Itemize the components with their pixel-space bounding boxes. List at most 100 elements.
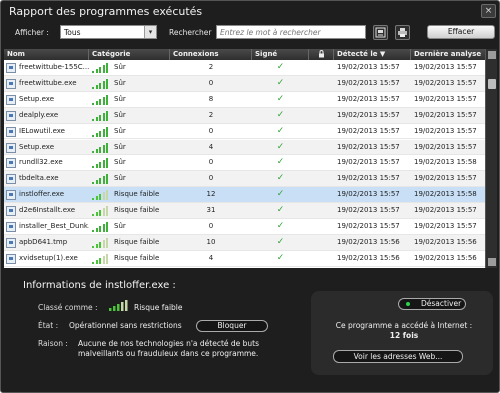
internet-access-count: 12 fois [389, 331, 419, 340]
rating-bar [99, 194, 101, 201]
category-label: Risque faible [114, 253, 160, 262]
col-nom[interactable]: Nom [4, 49, 89, 60]
col-connexions[interactable]: Connexions [170, 49, 252, 60]
cell-last-analysis: 19/02/2013 15:57 [414, 206, 477, 215]
category-label: Sûr [114, 78, 126, 87]
col-detecte[interactable]: Détecté le ▼ [334, 49, 411, 60]
file-icon [6, 142, 16, 153]
block-button[interactable]: Bloquer [196, 320, 268, 332]
cell-connexions: 2 [208, 110, 214, 119]
rating-bar [102, 112, 105, 121]
cell-connexions: 4 [208, 142, 214, 151]
export-icon[interactable] [373, 25, 388, 40]
rating-bars-icon [92, 174, 110, 185]
cell-connexions: 2 [208, 63, 214, 71]
reason-line-1: Aucune de nos technologies n'a détecté d… [78, 339, 260, 348]
category-label: Sûr [114, 63, 126, 71]
table-row[interactable]: dealply.exe Sûr 2 ✓ 19/02/2013 15:57 19/02/20… [4, 107, 485, 124]
program-name: d2e6Installt.exe [19, 206, 76, 215]
chevron-down-icon[interactable]: ▾ [144, 26, 156, 38]
table-row[interactable]: Setup.exe Sûr 8 ✓ 19/02/2013 15:57 19/02/2013… [4, 92, 485, 108]
cell-category: Sûr [89, 140, 170, 155]
cell-connexions: 0 [208, 158, 214, 167]
rating-bar [95, 180, 98, 185]
program-name: apbD641.tmp [19, 237, 68, 246]
rating-bar [95, 259, 98, 264]
reason-label: Raison : [38, 339, 68, 348]
cell-detected: 19/02/2013 15:57 [337, 174, 400, 183]
cell-last-analysis: 19/02/2013 15:57 [414, 126, 477, 135]
rating-bars-icon [92, 110, 110, 121]
table-header: Nom Catégorie Connexions Signé Détecté l… [4, 49, 485, 60]
checkmark-icon: ✓ [276, 189, 285, 200]
cell-detected: 19/02/2013 15:57 [337, 222, 400, 230]
cell-name: installer_Best_Dunk... [4, 219, 89, 234]
category-label: Risque faible [114, 190, 160, 199]
rating-bar [95, 148, 98, 153]
cell-category: Sûr [89, 92, 170, 107]
cell-last-analysis: 19/02/2013 15:56 [414, 253, 477, 262]
rating-bar [95, 243, 98, 248]
report-window: Rapport des programmes exécutés × Affich… [0, 0, 500, 393]
table-row[interactable]: tbdelta.exe Sûr 0 ✓ 19/02/2013 15:57 19/02/20… [4, 171, 485, 188]
program-name: IELowutil.exe [19, 126, 65, 135]
table-row[interactable]: apbD641.tmp Risque faible 10 ✓ 19/02/2013 15… [4, 234, 485, 251]
col-lock[interactable] [309, 49, 334, 60]
program-name: installer_Best_Dunk... [19, 222, 89, 230]
deactivate-button[interactable]: Désactiver [398, 298, 466, 310]
cell-detected: 19/02/2013 15:57 [337, 158, 400, 167]
cell-name: dealply.exe [4, 108, 89, 123]
cell-category: Sûr [89, 124, 170, 139]
category-label: Sûr [114, 126, 126, 135]
view-addresses-button[interactable]: Voir les adresses Web... [333, 350, 463, 363]
program-name: instloffer.exe [19, 190, 65, 199]
show-filter-select[interactable]: Tous ▾ [60, 25, 157, 39]
rating-bar [92, 245, 94, 248]
table-row[interactable]: rundll32.exe Sûr 0 ✓ 19/02/2013 15:57 19/02/2… [4, 155, 485, 172]
table-row[interactable]: xvidsetup(1).exe Risque faible 4 ✓ 19/02/201… [4, 251, 485, 267]
cell-connexions: 8 [208, 94, 214, 103]
checkmark-icon: ✓ [276, 93, 285, 104]
rating-bar [95, 69, 98, 73]
col-categorie[interactable]: Catégorie [89, 49, 170, 60]
rating-bar [95, 132, 98, 137]
clear-button[interactable]: Effacer [427, 25, 495, 39]
program-name: xvidsetup(1).exe [19, 253, 78, 262]
file-icon [6, 237, 16, 248]
cell-name: Setup.exe [4, 92, 89, 107]
table-row[interactable]: freetwittube-155C... Sûr 2 ✓ 19/02/2013 15:5… [4, 60, 485, 76]
cell-name: Setup.exe [4, 140, 89, 155]
scroll-thumb[interactable] [488, 79, 496, 89]
cell-detected: 19/02/2013 15:57 [337, 190, 400, 199]
category-label: Sûr [114, 110, 126, 119]
scroll-up-icon[interactable] [488, 51, 496, 59]
rating-bars-icon [92, 222, 110, 232]
col-derniere-analyse[interactable]: Dernière analyse [411, 49, 485, 60]
cell-detected: 19/02/2013 15:57 [337, 94, 400, 103]
info-title: Informations de instloffer.exe : [23, 280, 176, 291]
table-row[interactable]: instloffer.exe Risque faible 12 ✓ 19/02/2013… [4, 187, 485, 204]
table-row[interactable]: freetwittube.exe Sûr 0 ✓ 19/02/2013 15:57 19/… [4, 75, 485, 92]
rating-bar [102, 128, 105, 137]
file-icon [6, 78, 16, 89]
program-name: dealply.exe [19, 110, 59, 119]
print-icon[interactable] [395, 25, 410, 40]
rating-bar [106, 237, 108, 248]
cell-detected: 19/02/2013 15:57 [337, 142, 400, 151]
rating-bars-icon [92, 63, 110, 73]
table-row[interactable]: installer_Best_Dunk... Sûr 0 ✓ 19/02/2013 15… [4, 219, 485, 235]
search-input[interactable] [216, 25, 366, 39]
close-button[interactable]: × [481, 4, 496, 18]
rating-bar [106, 94, 108, 105]
scroll-down-icon[interactable] [488, 258, 496, 266]
lock-icon [318, 50, 324, 58]
vertical-scrollbar[interactable] [485, 49, 497, 268]
classified-label: Classé comme : [38, 303, 98, 312]
rating-bar [102, 176, 105, 185]
cell-last-analysis: 19/02/2013 15:57 [414, 78, 477, 87]
table-row[interactable]: d2e6Installt.exe Risque faible 31 ✓ 19/02/20… [4, 203, 485, 219]
table-row[interactable]: IELowutil.exe Sûr 0 ✓ 19/02/2013 15:57 19/02/… [4, 124, 485, 140]
col-signe[interactable]: Signé [252, 49, 309, 60]
checkmark-icon: ✓ [276, 173, 285, 184]
table-row[interactable]: Setup.exe Sûr 4 ✓ 19/02/2013 15:57 19/02/2013… [4, 139, 485, 156]
